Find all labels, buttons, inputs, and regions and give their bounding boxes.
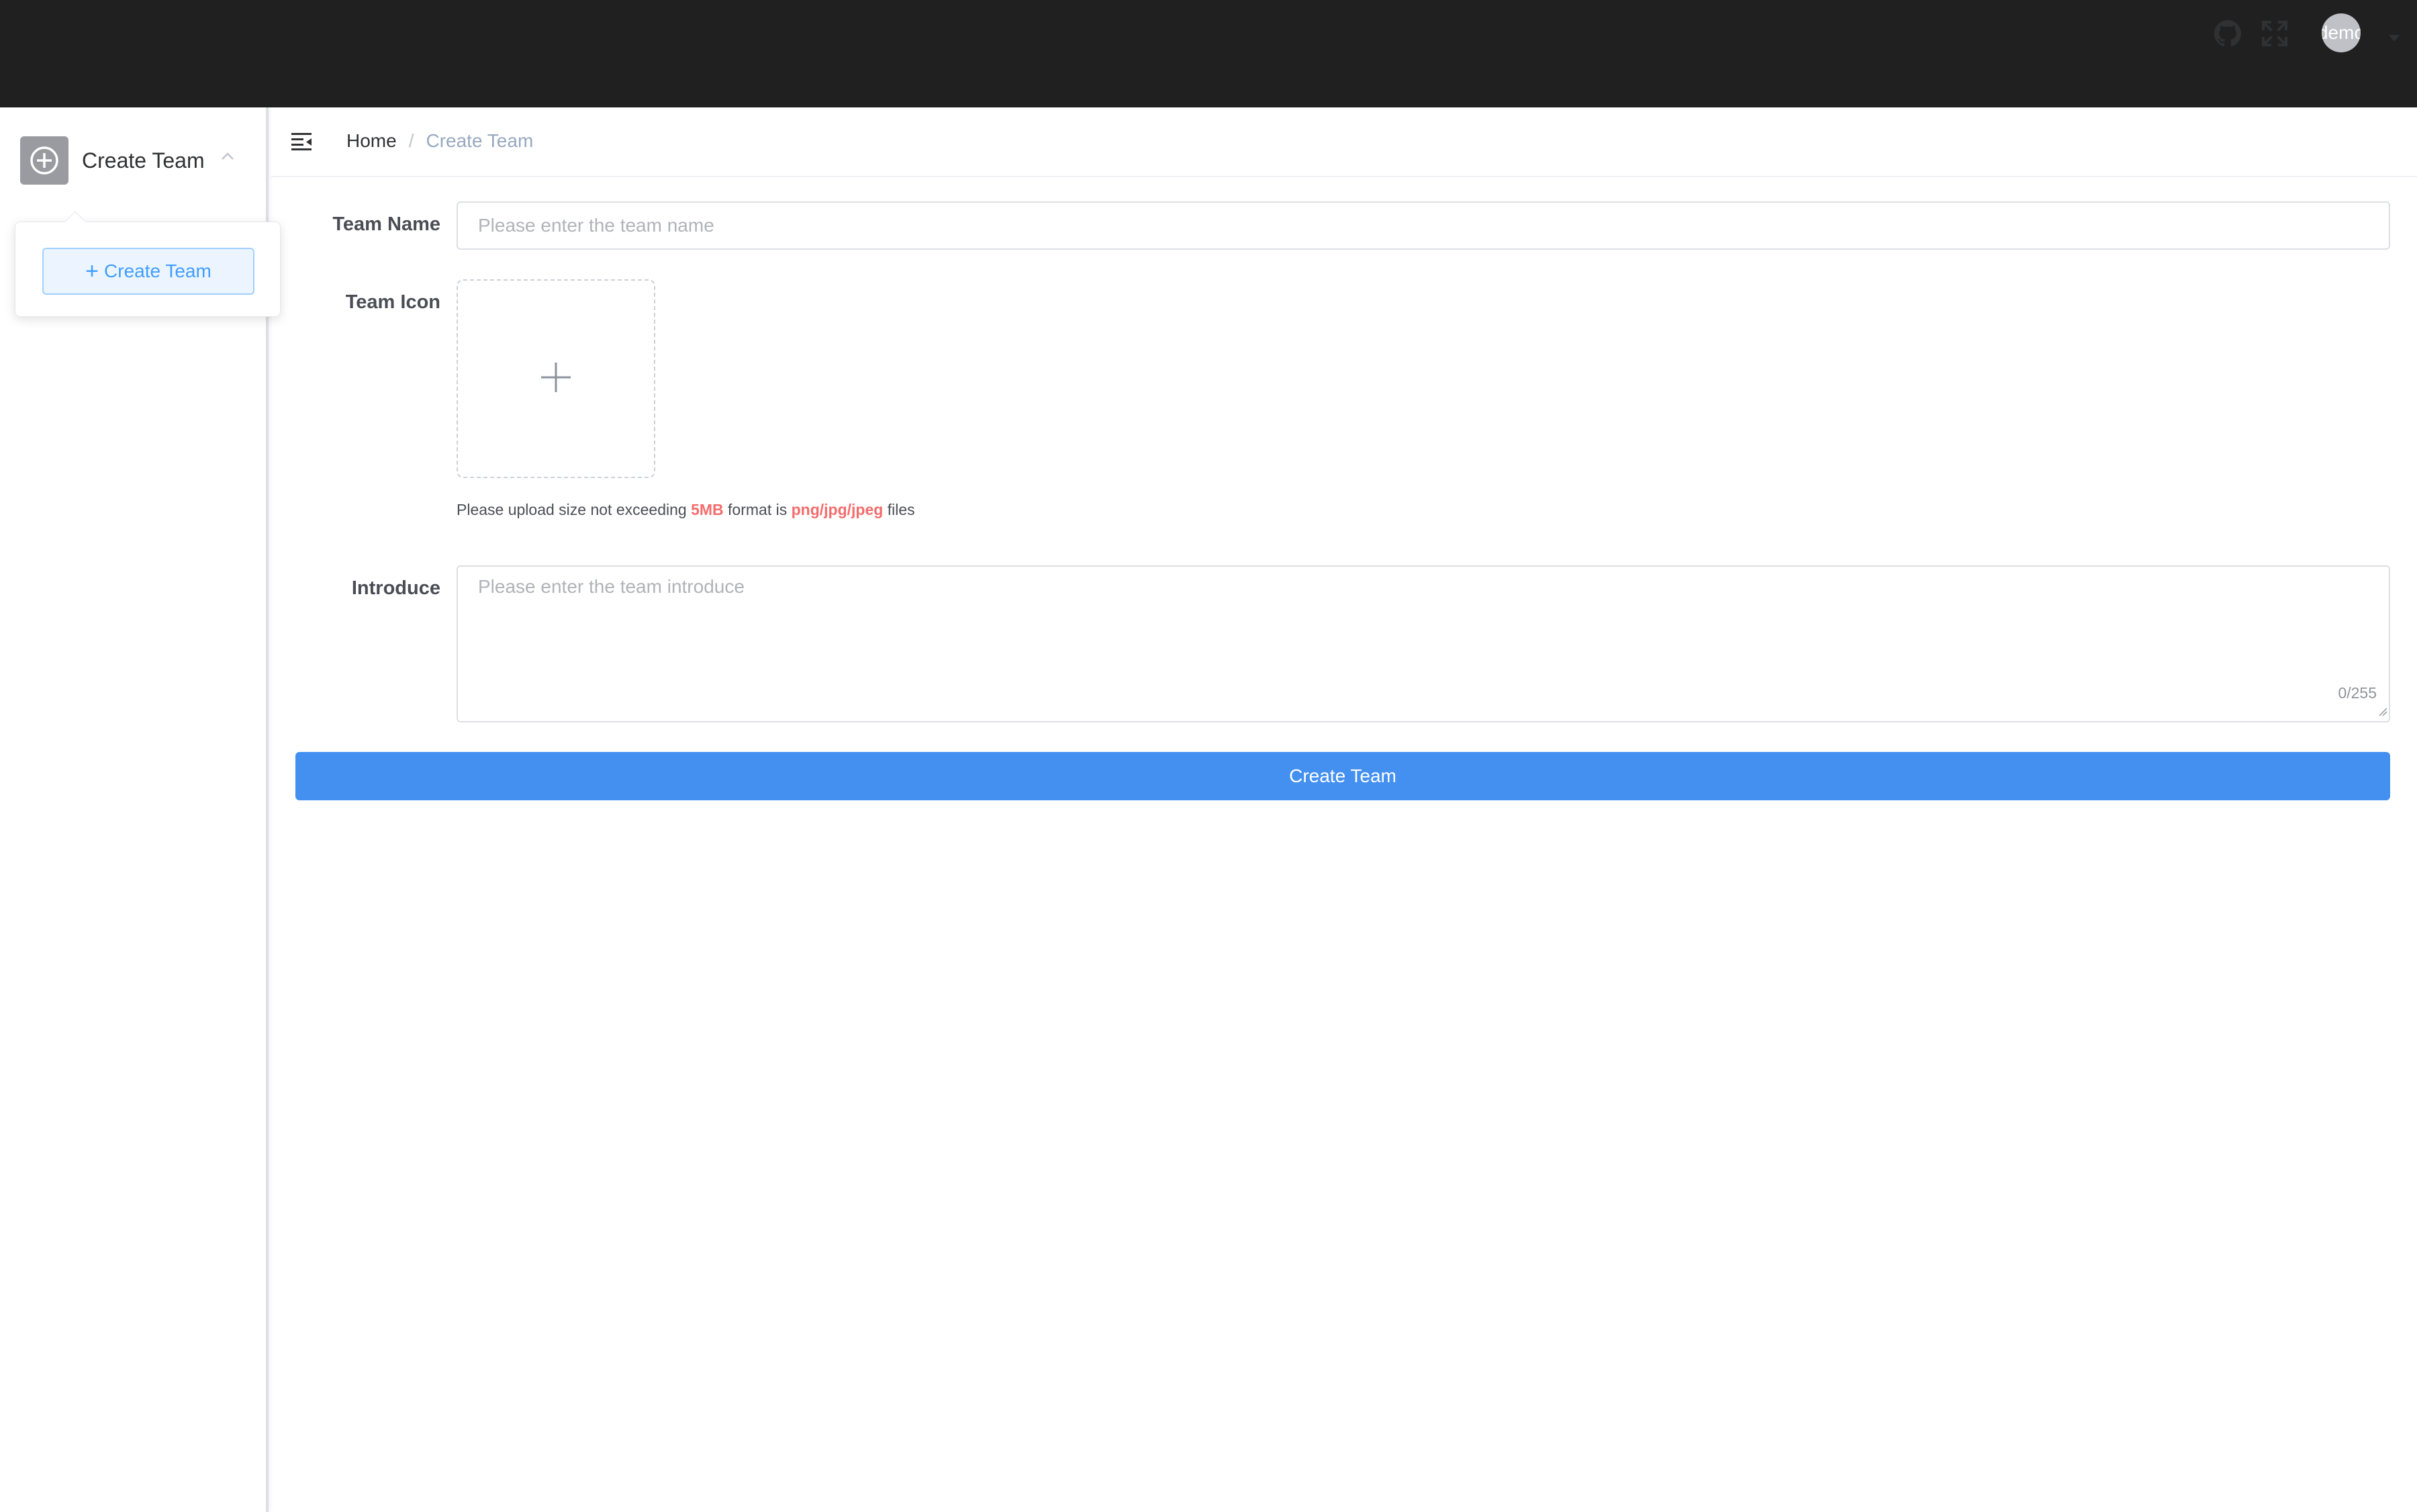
- plus-icon: +: [85, 258, 99, 284]
- plus-icon: [539, 361, 573, 397]
- breadcrumb-current: Create Team: [426, 130, 534, 151]
- team-popover: + Create Team: [15, 211, 281, 317]
- team-icon-label: Team Icon: [345, 291, 440, 313]
- popover-create-team-label: Create Team: [104, 261, 211, 281]
- avatar[interactable]: demo: [2322, 13, 2361, 52]
- breadcrumb-separator: /: [408, 130, 414, 151]
- resize-handle-icon[interactable]: [2378, 707, 2387, 720]
- sidebar: Create Team: [0, 107, 269, 1512]
- top-bar: [0, 0, 2417, 107]
- upload-tip-prefix: Please upload size not exceeding: [457, 501, 687, 518]
- breadcrumb-home[interactable]: Home: [346, 130, 397, 152]
- team-name-input[interactable]: [457, 201, 2390, 250]
- fullscreen-icon[interactable]: [2261, 20, 2288, 50]
- introduce-field: 0/255: [457, 565, 2390, 722]
- upload-tip: Please upload size not exceeding 5MB for…: [457, 501, 915, 519]
- upload-tip-suffix: files: [887, 501, 915, 518]
- breadcrumb: Home / Create Team: [346, 130, 533, 152]
- introduce-textarea[interactable]: [458, 567, 2389, 721]
- popover-create-team-button[interactable]: + Create Team: [42, 248, 254, 295]
- navbar: Home / Create Team: [271, 107, 2417, 177]
- hamburger-icon[interactable]: [290, 130, 314, 155]
- github-icon[interactable]: [2214, 20, 2241, 50]
- create-team-button[interactable]: Create Team: [295, 752, 2390, 800]
- upload-tip-formats: png/jpg/jpeg: [791, 501, 884, 518]
- character-counter: 0/255: [2338, 684, 2377, 702]
- upload-tip-middle: format is: [728, 501, 788, 518]
- chevron-up-icon: [220, 152, 235, 164]
- team-switcher-label: Create Team: [82, 148, 205, 173]
- team-name-label: Team Name: [332, 214, 440, 235]
- plus-circle-icon: [20, 136, 68, 185]
- icon-uploader[interactable]: [457, 279, 655, 478]
- chevron-down-icon[interactable]: [2389, 35, 2400, 42]
- team-switcher[interactable]: Create Team: [20, 136, 248, 185]
- introduce-label: Introduce: [351, 577, 440, 599]
- upload-tip-size: 5MB: [691, 501, 724, 518]
- avatar-text: demo: [2322, 22, 2361, 43]
